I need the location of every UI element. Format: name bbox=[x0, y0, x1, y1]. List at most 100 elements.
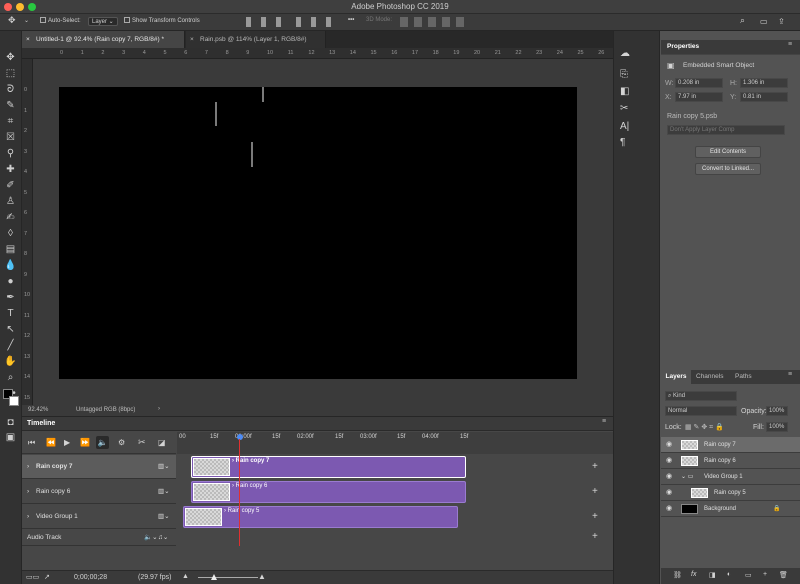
play-icon[interactable]: ▶ bbox=[64, 438, 70, 447]
transition-icon[interactable]: ◪ bbox=[158, 438, 166, 447]
lasso-tool-icon[interactable]: ᘐ bbox=[4, 83, 17, 96]
add-audio-button[interactable]: + bbox=[592, 531, 598, 542]
quick-mask-icon[interactable]: ◘ bbox=[4, 416, 17, 429]
type-tool-icon[interactable]: T bbox=[4, 307, 17, 320]
zoom-in-mountain-icon[interactable]: ▲ bbox=[258, 572, 266, 581]
line-tool-icon[interactable]: ╱ bbox=[4, 339, 17, 352]
status-menu-arrow[interactable]: › bbox=[158, 406, 160, 412]
blend-mode-dropdown[interactable]: Normal bbox=[665, 406, 737, 416]
properties-tab[interactable]: Properties bbox=[661, 40, 800, 54]
adjustments-icon[interactable]: ◧ bbox=[620, 86, 629, 97]
tab-untitled[interactable]: × Untitled-1 @ 92.4% (Rain copy 7, RGB/8… bbox=[22, 31, 185, 48]
quick-select-tool-icon[interactable]: ✎ bbox=[4, 99, 17, 112]
render-video-icon[interactable]: ↗ bbox=[44, 573, 50, 581]
clip-rain-copy-5[interactable]: › Rain copy 5 bbox=[183, 506, 458, 528]
3d-orbit-icon[interactable] bbox=[400, 17, 408, 27]
clip-rain-copy-7[interactable]: › Rain copy 7 bbox=[191, 456, 466, 478]
playhead-handle[interactable] bbox=[237, 434, 243, 440]
adjustment-layer-icon[interactable]: ◐ bbox=[727, 571, 731, 578]
dodge-tool-icon[interactable]: ● bbox=[4, 275, 17, 288]
align-top-icon[interactable] bbox=[246, 17, 251, 27]
previous-frame-icon[interactable]: ⏪ bbox=[46, 438, 56, 447]
tab-rain-psb[interactable]: × Rain.psb @ 114% (Layer 1, RGB/8#) bbox=[186, 31, 326, 48]
visibility-eye-icon[interactable]: ◉ bbox=[666, 505, 674, 513]
zoom-out-mountain-icon[interactable]: ▲ bbox=[182, 573, 189, 580]
auto-select-checkbox[interactable]: Auto-Select: bbox=[40, 17, 81, 24]
panel-menu-icon[interactable]: ≡ bbox=[788, 41, 792, 48]
track-video-group-1[interactable]: › Video Group 1 ▥⌄ bbox=[22, 505, 176, 529]
show-transform-checkbox[interactable]: Show Transform Controls bbox=[124, 17, 200, 24]
new-group-icon[interactable]: ▭ bbox=[745, 571, 752, 579]
search-icon[interactable]: ⌕ bbox=[740, 15, 745, 26]
add-mask-icon[interactable]: ◨ bbox=[709, 571, 716, 579]
tab-channels[interactable]: Channels bbox=[696, 370, 723, 384]
brushes-icon[interactable]: ✂ bbox=[620, 103, 628, 114]
move-tool-icon[interactable]: ✥ bbox=[8, 15, 16, 26]
add-media-button[interactable]: + bbox=[592, 486, 598, 497]
layer-filter-dropdown[interactable]: ⌕ Kind bbox=[665, 391, 737, 401]
fx-icon[interactable]: fx bbox=[691, 571, 696, 578]
history-brush-tool-icon[interactable]: ✍ bbox=[4, 211, 17, 224]
new-layer-icon[interactable]: + bbox=[763, 571, 767, 578]
canvas[interactable] bbox=[59, 87, 577, 379]
align-bottom-icon[interactable] bbox=[276, 17, 281, 27]
track-audio[interactable]: Audio Track 🔈⌄ ♫⌄ bbox=[22, 530, 176, 546]
layer-comp-dropdown[interactable]: Don't Apply Layer Comp bbox=[667, 125, 785, 135]
3d-scale-icon[interactable] bbox=[456, 17, 464, 27]
visibility-eye-icon[interactable]: ◉ bbox=[666, 457, 674, 465]
distribute-bottom-icon[interactable] bbox=[326, 17, 331, 27]
workspace-icon[interactable]: ▭ bbox=[760, 17, 768, 26]
eraser-tool-icon[interactable]: ◊ bbox=[4, 227, 17, 240]
chevron-right-icon[interactable]: › bbox=[27, 513, 29, 520]
eyedropper-tool-icon[interactable]: ⚲ bbox=[4, 147, 17, 160]
visibility-eye-icon[interactable]: ◉ bbox=[666, 473, 674, 481]
auto-select-dropdown[interactable]: Layer ⌄ bbox=[88, 17, 118, 26]
music-note-icon[interactable]: ♫⌄ bbox=[158, 533, 168, 541]
brush-tool-icon[interactable]: ✐ bbox=[4, 179, 17, 192]
paragraph-icon[interactable]: ¶ bbox=[620, 137, 625, 148]
3d-pan-icon[interactable] bbox=[428, 17, 436, 27]
frame-tool-icon[interactable]: ☒ bbox=[4, 131, 17, 144]
healing-brush-tool-icon[interactable]: ✚ bbox=[4, 163, 17, 176]
convert-frames-icon[interactable]: ▭▭ bbox=[26, 573, 39, 581]
track-rain-copy-7[interactable]: › Rain copy 7 ▥⌄ bbox=[22, 455, 176, 479]
marquee-tool-icon[interactable]: ⬚ bbox=[4, 67, 17, 80]
timeline-zoom-slider[interactable] bbox=[198, 577, 258, 578]
tab-close-icon[interactable]: × bbox=[190, 31, 194, 48]
zoom-tool-icon[interactable]: ⌕ bbox=[4, 371, 17, 384]
visibility-eye-icon[interactable]: ◉ bbox=[666, 441, 674, 449]
share-icon[interactable]: ⇪ bbox=[778, 17, 785, 26]
film-icon[interactable]: ▥⌄ bbox=[158, 462, 170, 470]
3d-roll-icon[interactable] bbox=[414, 17, 422, 27]
timeline-zoom-thumb[interactable] bbox=[211, 574, 217, 580]
add-media-button[interactable]: + bbox=[592, 511, 598, 522]
track-rain-copy-6[interactable]: › Rain copy 6 ▥⌄ bbox=[22, 480, 176, 504]
add-media-button[interactable]: + bbox=[592, 461, 598, 472]
layer-rain-copy-6[interactable]: ◉ Rain copy 6 bbox=[661, 453, 800, 469]
chevron-right-icon[interactable]: › bbox=[27, 463, 29, 470]
blur-tool-icon[interactable]: 💧 bbox=[4, 259, 17, 272]
3d-slide-icon[interactable] bbox=[442, 17, 450, 27]
libraries-icon[interactable]: ☁ bbox=[620, 48, 630, 59]
tab-paths[interactable]: Paths bbox=[735, 370, 752, 384]
layer-background[interactable]: ◉ Background 🔒 bbox=[661, 501, 800, 517]
split-scissors-icon[interactable]: ✂ bbox=[138, 437, 146, 448]
clone-stamp-tool-icon[interactable]: ♙ bbox=[4, 195, 17, 208]
layer-rain-copy-7[interactable]: ◉ Rain copy 7 bbox=[661, 437, 800, 453]
screen-mode-icon[interactable]: ▣ bbox=[4, 431, 17, 444]
tab-layers[interactable]: Layers bbox=[661, 370, 691, 384]
crop-tool-icon[interactable]: ⌗ bbox=[4, 115, 17, 128]
opacity-field[interactable]: 100% bbox=[766, 406, 788, 416]
settings-gear-icon[interactable]: ⚙ bbox=[118, 438, 125, 447]
background-color-swatch[interactable] bbox=[9, 396, 19, 406]
film-icon[interactable]: ▥⌄ bbox=[158, 487, 170, 495]
clip-rain-copy-6[interactable]: › Rain copy 6 bbox=[191, 481, 466, 503]
panel-menu-icon[interactable]: ≡ bbox=[788, 371, 792, 378]
layer-video-group-1[interactable]: ◉ ⌄ ▭ Video Group 1 bbox=[661, 469, 800, 485]
expand-chevron-icon[interactable]: ⌄ ▭ bbox=[681, 473, 693, 480]
gradient-tool-icon[interactable]: ▤ bbox=[4, 243, 17, 256]
glyphs-icon[interactable]: A| bbox=[620, 121, 629, 132]
history-icon[interactable]: ⎘ bbox=[620, 69, 628, 80]
distribute-top-icon[interactable] bbox=[296, 17, 301, 27]
panel-menu-icon[interactable]: ≡ bbox=[602, 418, 606, 425]
